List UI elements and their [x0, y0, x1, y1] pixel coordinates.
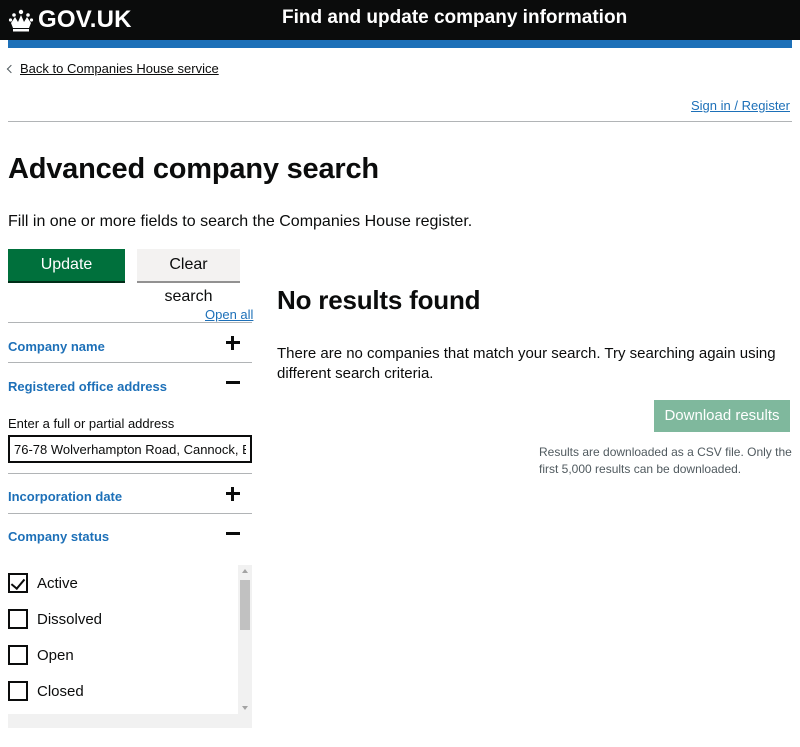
- checkbox-label: Open: [37, 646, 74, 664]
- accordion-company-status[interactable]: Company status: [8, 529, 109, 544]
- status-option-dissolved[interactable]: Dissolved: [8, 607, 102, 631]
- address-field-label: Enter a full or partial address: [8, 416, 175, 431]
- scrollbar-thumb[interactable]: [240, 580, 250, 630]
- page-title: Advanced company search: [8, 153, 379, 185]
- plus-icon[interactable]: [224, 334, 242, 352]
- plus-icon[interactable]: [224, 485, 242, 503]
- results-title: No results found: [277, 285, 481, 315]
- accordion-divider: [8, 513, 252, 514]
- sign-in-link[interactable]: Sign in / Register: [691, 98, 790, 113]
- checkbox[interactable]: [8, 681, 28, 701]
- checkbox-label: Dissolved: [37, 610, 103, 628]
- back-link[interactable]: Back to Companies House service: [6, 61, 219, 76]
- checkbox[interactable]: [8, 645, 28, 665]
- back-link-label: Back to Companies House service: [20, 61, 219, 76]
- chevron-left-icon: [6, 64, 16, 74]
- checkbox[interactable]: [8, 609, 28, 629]
- minus-icon[interactable]: [224, 374, 242, 392]
- crown-icon: [8, 9, 34, 32]
- divider: [8, 121, 792, 122]
- download-results-button[interactable]: Download results: [654, 400, 790, 432]
- accordion-incorporation-date[interactable]: Incorporation date: [8, 489, 122, 504]
- page-lede: Fill in one or more fields to search the…: [8, 213, 473, 230]
- status-option-closed[interactable]: Closed: [8, 679, 84, 703]
- status-option-open[interactable]: Open: [8, 643, 74, 667]
- update-results-button[interactable]: Update results: [8, 249, 125, 305]
- minus-icon[interactable]: [224, 525, 242, 543]
- checkbox-label: Closed: [37, 682, 84, 700]
- govuk-logo[interactable]: GOV.UK: [8, 6, 132, 34]
- accordion-company-name[interactable]: Company name: [8, 339, 105, 354]
- checkbox-checked[interactable]: [8, 573, 28, 593]
- scroll-up-icon[interactable]: [242, 569, 248, 573]
- service-name[interactable]: Find and update company information: [282, 7, 627, 29]
- accordion-divider: [8, 362, 252, 363]
- accordion-divider: [8, 322, 252, 323]
- address-input[interactable]: [8, 435, 252, 463]
- site-header: GOV.UK Find and update company informati…: [0, 0, 800, 40]
- download-note: Results are downloaded as a CSV file. On…: [539, 445, 792, 476]
- results-message: There are no companies that match your s…: [277, 345, 776, 382]
- accordion-registered-office-address[interactable]: Registered office address: [8, 379, 167, 394]
- checkbox-label: Active: [37, 574, 78, 592]
- header-blue-bar: [8, 40, 792, 48]
- logo-text: GOV.UK: [38, 6, 132, 33]
- clear-search-button[interactable]: Clear search: [137, 249, 240, 305]
- open-all-link[interactable]: Open all: [205, 307, 253, 322]
- accordion-divider: [8, 473, 252, 474]
- horizontal-scrollbar[interactable]: [8, 714, 238, 728]
- scroll-down-icon[interactable]: [242, 706, 248, 710]
- status-option-active[interactable]: Active: [8, 571, 78, 595]
- company-status-list: Active Dissolved Open Closed: [8, 565, 252, 728]
